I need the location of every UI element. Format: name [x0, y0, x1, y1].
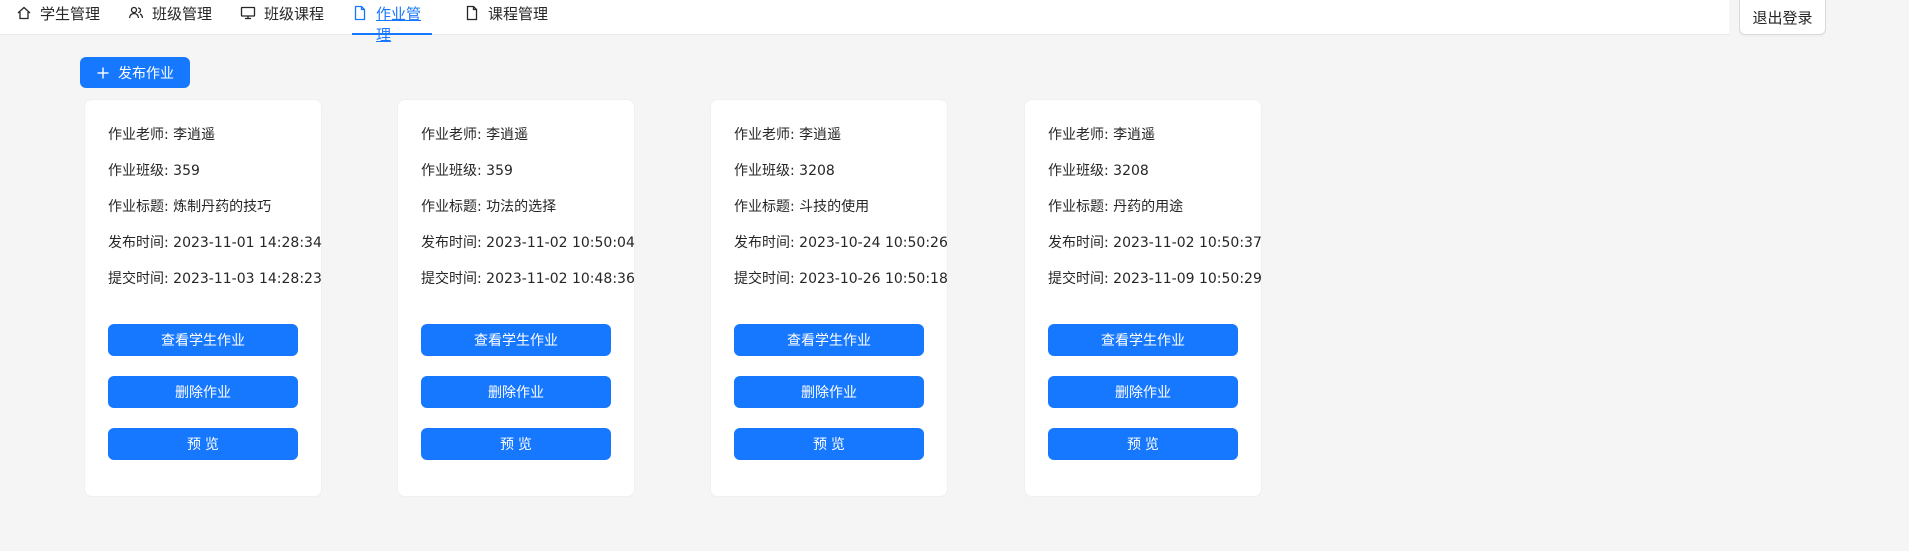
publish-time-value: 2023-11-02 10:50:04: [486, 235, 635, 251]
title-label: 作业标题:: [734, 199, 800, 215]
submit-time-line: 提交时间: 2023-11-09 10:50:29: [1048, 268, 1262, 288]
submit-time-label: 提交时间:: [421, 271, 487, 287]
submit-time-value: 2023-11-02 10:48:36: [486, 271, 635, 287]
publish-homework-label: 发布作业: [118, 64, 174, 81]
preview-button[interactable]: 预 览: [734, 428, 924, 460]
homework-card: 作业老师: 李逍遥 作业班级: 3208 作业标题: 丹药的用途 发布时间: 2…: [1024, 99, 1262, 497]
teacher-value: 李逍遥: [173, 127, 216, 143]
title-value: 功法的选择: [486, 199, 557, 215]
homework-card: 作业老师: 李逍遥 作业班级: 359 作业标题: 功法的选择 发布时间: 20…: [397, 99, 635, 497]
publish-time-value: 2023-11-02 10:50:37: [1113, 235, 1262, 251]
publish-time-line: 发布时间: 2023-10-24 10:50:26: [734, 232, 948, 252]
teacher-line: 作业老师: 李逍遥: [108, 124, 215, 144]
submit-time-value: 2023-11-09 10:50:29: [1113, 271, 1262, 287]
publish-time-line: 发布时间: 2023-11-02 10:50:37: [1048, 232, 1262, 252]
class-value: 3208: [799, 163, 835, 179]
submit-time-line: 提交时间: 2023-11-03 14:28:23: [108, 268, 322, 288]
top-nav-bar: 学生管理 班级管理 班级课程 作业管理 课程管理: [0, 0, 1729, 44]
class-label: 作业班级:: [1048, 163, 1114, 179]
title-label: 作业标题:: [421, 199, 487, 215]
logout-button[interactable]: 退出登录: [1739, 0, 1826, 35]
nav-item-label: 学生管理: [40, 5, 101, 23]
publish-time-line: 发布时间: 2023-11-02 10:50:04: [421, 232, 635, 252]
desktop-icon: [240, 5, 256, 21]
publish-time-label: 发布时间:: [1048, 235, 1114, 251]
title-value: 炼制丹药的技巧: [173, 199, 272, 215]
nav-item-homework-management[interactable]: 作业管理: [352, 0, 432, 44]
delete-homework-button[interactable]: 删除作业: [734, 376, 924, 408]
class-line: 作业班级: 3208: [734, 160, 835, 180]
nav-item-label: 作业管理: [376, 5, 422, 44]
title-line: 作业标题: 丹药的用途: [1048, 196, 1183, 216]
class-label: 作业班级:: [108, 163, 174, 179]
team-icon: [128, 5, 144, 21]
title-line: 作业标题: 炼制丹药的技巧: [108, 196, 271, 216]
publish-time-label: 发布时间:: [421, 235, 487, 251]
nav-item-label: 班级课程: [264, 5, 325, 23]
homework-card: 作业老师: 李逍遥 作业班级: 3208 作业标题: 斗技的使用 发布时间: 2…: [710, 99, 948, 497]
class-line: 作业班级: 359: [108, 160, 200, 180]
publish-time-label: 发布时间:: [108, 235, 174, 251]
submit-time-label: 提交时间:: [1048, 271, 1114, 287]
nav-item-student-management[interactable]: 学生管理: [16, 0, 100, 35]
submit-time-line: 提交时间: 2023-10-26 10:50:18: [734, 268, 948, 288]
view-student-homework-button[interactable]: 查看学生作业: [421, 324, 611, 356]
title-line: 作业标题: 斗技的使用: [734, 196, 869, 216]
title-label: 作业标题:: [108, 199, 174, 215]
class-line: 作业班级: 3208: [1048, 160, 1149, 180]
class-label: 作业班级:: [421, 163, 487, 179]
title-line: 作业标题: 功法的选择: [421, 196, 556, 216]
title-value: 丹药的用途: [1113, 199, 1184, 215]
home-icon: [16, 5, 32, 21]
publish-time-line: 发布时间: 2023-11-01 14:28:34: [108, 232, 322, 252]
preview-button[interactable]: 预 览: [108, 428, 298, 460]
teacher-value: 李逍遥: [486, 127, 529, 143]
publish-time-value: 2023-11-01 14:28:34: [173, 235, 322, 251]
class-label: 作业班级:: [734, 163, 800, 179]
title-value: 斗技的使用: [799, 199, 870, 215]
submit-time-label: 提交时间:: [108, 271, 174, 287]
teacher-line: 作业老师: 李逍遥: [734, 124, 841, 144]
nav-item-class-courses[interactable]: 班级课程: [240, 0, 324, 35]
submit-time-value: 2023-10-26 10:50:18: [799, 271, 948, 287]
nav-item-course-management[interactable]: 课程管理: [464, 0, 548, 35]
class-value: 3208: [1113, 163, 1149, 179]
nav-item-label: 班级管理: [152, 5, 213, 23]
submit-time-line: 提交时间: 2023-11-02 10:48:36: [421, 268, 635, 288]
nav-item-class-management[interactable]: 班级管理: [128, 0, 212, 35]
submit-time-value: 2023-11-03 14:28:23: [173, 271, 322, 287]
class-value: 359: [173, 163, 200, 179]
teacher-label: 作业老师:: [421, 127, 487, 143]
teacher-line: 作业老师: 李逍遥: [1048, 124, 1155, 144]
plus-icon: [96, 66, 110, 80]
delete-homework-button[interactable]: 删除作业: [421, 376, 611, 408]
view-student-homework-button[interactable]: 查看学生作业: [108, 324, 298, 356]
file-icon: [352, 5, 368, 21]
title-label: 作业标题:: [1048, 199, 1114, 215]
teacher-label: 作业老师:: [734, 127, 800, 143]
view-student-homework-button[interactable]: 查看学生作业: [1048, 324, 1238, 356]
class-value: 359: [486, 163, 513, 179]
preview-button[interactable]: 预 览: [421, 428, 611, 460]
teacher-label: 作业老师:: [108, 127, 174, 143]
file-icon: [464, 5, 480, 21]
teacher-value: 李逍遥: [799, 127, 842, 143]
publish-time-value: 2023-10-24 10:50:26: [799, 235, 948, 251]
publish-time-label: 发布时间:: [734, 235, 800, 251]
view-student-homework-button[interactable]: 查看学生作业: [734, 324, 924, 356]
delete-homework-button[interactable]: 删除作业: [1048, 376, 1238, 408]
teacher-value: 李逍遥: [1113, 127, 1156, 143]
teacher-label: 作业老师:: [1048, 127, 1114, 143]
delete-homework-button[interactable]: 删除作业: [108, 376, 298, 408]
homework-card: 作业老师: 李逍遥 作业班级: 359 作业标题: 炼制丹药的技巧 发布时间: …: [84, 99, 322, 497]
class-line: 作业班级: 359: [421, 160, 513, 180]
nav-item-label: 课程管理: [488, 5, 549, 23]
publish-homework-button[interactable]: 发布作业: [80, 57, 190, 88]
teacher-line: 作业老师: 李逍遥: [421, 124, 528, 144]
preview-button[interactable]: 预 览: [1048, 428, 1238, 460]
submit-time-label: 提交时间:: [734, 271, 800, 287]
